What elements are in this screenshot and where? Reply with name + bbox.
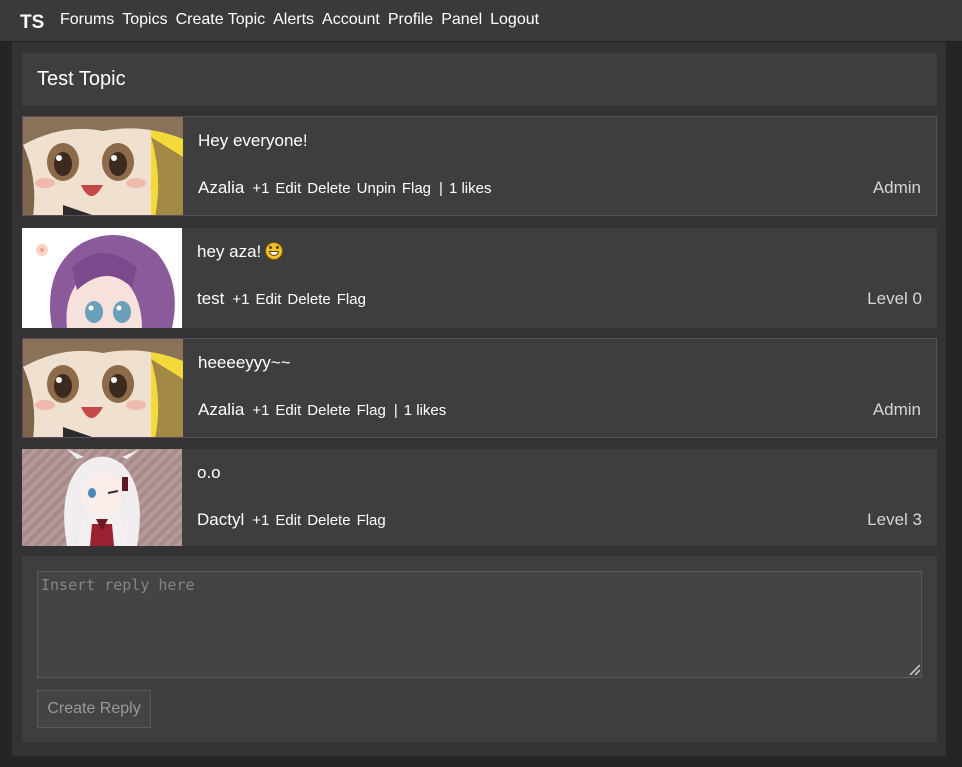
user-avatar-test[interactable] — [22, 228, 182, 328]
unpin-button[interactable]: Unpin — [357, 180, 396, 197]
post-meta: test +1 Edit Delete Flag — [197, 289, 372, 309]
nav-link-panel[interactable]: Panel — [441, 11, 482, 29]
edit-button[interactable]: Edit — [275, 180, 301, 197]
post-meta: Azalia +1 Edit Delete Flag | 1 likes — [198, 400, 446, 420]
edit-button[interactable]: Edit — [275, 402, 301, 419]
nav-link-profile[interactable]: Profile — [388, 11, 433, 29]
nav-menu: Forums Topics Create Topic Alerts Accoun… — [60, 11, 539, 29]
main-container: Test Topic Hey everyone! Azalia +1 Edit … — [12, 42, 946, 756]
flag-button[interactable]: Flag — [402, 180, 431, 197]
likes-count: 1 likes — [403, 402, 447, 419]
nav-link-topics[interactable]: Topics — [122, 11, 167, 29]
topic-title: Test Topic — [37, 68, 126, 90]
plus-one-button[interactable]: +1 — [232, 291, 249, 308]
post-content: heeeeyyy~~ — [198, 353, 291, 372]
edit-button[interactable]: Edit — [256, 291, 282, 308]
post-meta: Dactyl +1 Edit Delete Flag — [197, 510, 392, 530]
delete-button[interactable]: Delete — [307, 180, 350, 197]
nav-link-alerts[interactable]: Alerts — [273, 11, 314, 29]
reply-form: Create Reply — [22, 556, 937, 742]
post-username[interactable]: Dactyl — [197, 510, 244, 530]
user-avatar-dactyl[interactable] — [22, 449, 182, 546]
post-text: hey aza! — [197, 242, 262, 261]
post-username[interactable]: Azalia — [198, 400, 244, 420]
user-rank: Level 3 — [867, 510, 922, 529]
plus-one-button[interactable]: +1 — [252, 180, 269, 197]
plus-one-button[interactable]: +1 — [252, 512, 269, 529]
flag-button[interactable]: Flag — [357, 512, 386, 529]
delete-button[interactable]: Delete — [307, 402, 350, 419]
plus-one-button[interactable]: +1 — [252, 402, 269, 419]
delete-button[interactable]: Delete — [307, 512, 350, 529]
nav-link-forums[interactable]: Forums — [60, 11, 114, 29]
post-item: Hey everyone! Azalia +1 Edit Delete Unpi… — [22, 116, 937, 216]
grinning-face-icon — [265, 242, 284, 260]
post-username[interactable]: test — [197, 289, 224, 309]
nav-link-create-topic[interactable]: Create Topic — [176, 11, 266, 29]
user-rank: Admin — [872, 178, 921, 197]
user-avatar-azalia[interactable] — [23, 339, 183, 437]
post-item: heeeeyyy~~ Azalia +1 Edit Delete Flag | … — [22, 338, 937, 438]
post-meta: Azalia +1 Edit Delete Unpin Flag | 1 lik… — [198, 178, 491, 198]
flag-button[interactable]: Flag — [357, 402, 386, 419]
user-rank: Level 0 — [867, 289, 922, 308]
post-content: hey aza! — [197, 242, 284, 262]
delete-button[interactable]: Delete — [287, 291, 330, 308]
flag-button[interactable]: Flag — [337, 291, 366, 308]
user-rank: Admin — [872, 400, 921, 419]
navbar: TS Forums Topics Create Topic Alerts Acc… — [0, 0, 962, 42]
post-username[interactable]: Azalia — [198, 178, 244, 198]
reply-input[interactable] — [37, 571, 922, 678]
user-avatar-azalia[interactable] — [23, 117, 183, 215]
likes-count: 1 likes — [448, 180, 492, 197]
post-content: o.o — [197, 463, 221, 482]
meta-separator: | — [393, 402, 398, 419]
create-reply-button[interactable]: Create Reply — [37, 690, 151, 728]
nav-link-account[interactable]: Account — [322, 11, 380, 29]
edit-button[interactable]: Edit — [275, 512, 301, 529]
post-item: hey aza! test +1 Edit Delete Flag Level … — [22, 228, 937, 328]
nav-link-logout[interactable]: Logout — [490, 11, 539, 29]
resize-grip-icon[interactable] — [908, 663, 920, 675]
topic-header: Test Topic — [22, 53, 937, 106]
post-item: o.o Dactyl +1 Edit Delete Flag Level 3 — [22, 449, 937, 546]
site-logo[interactable]: TS — [20, 12, 44, 34]
meta-separator: | — [439, 180, 443, 197]
post-content: Hey everyone! — [198, 131, 308, 150]
